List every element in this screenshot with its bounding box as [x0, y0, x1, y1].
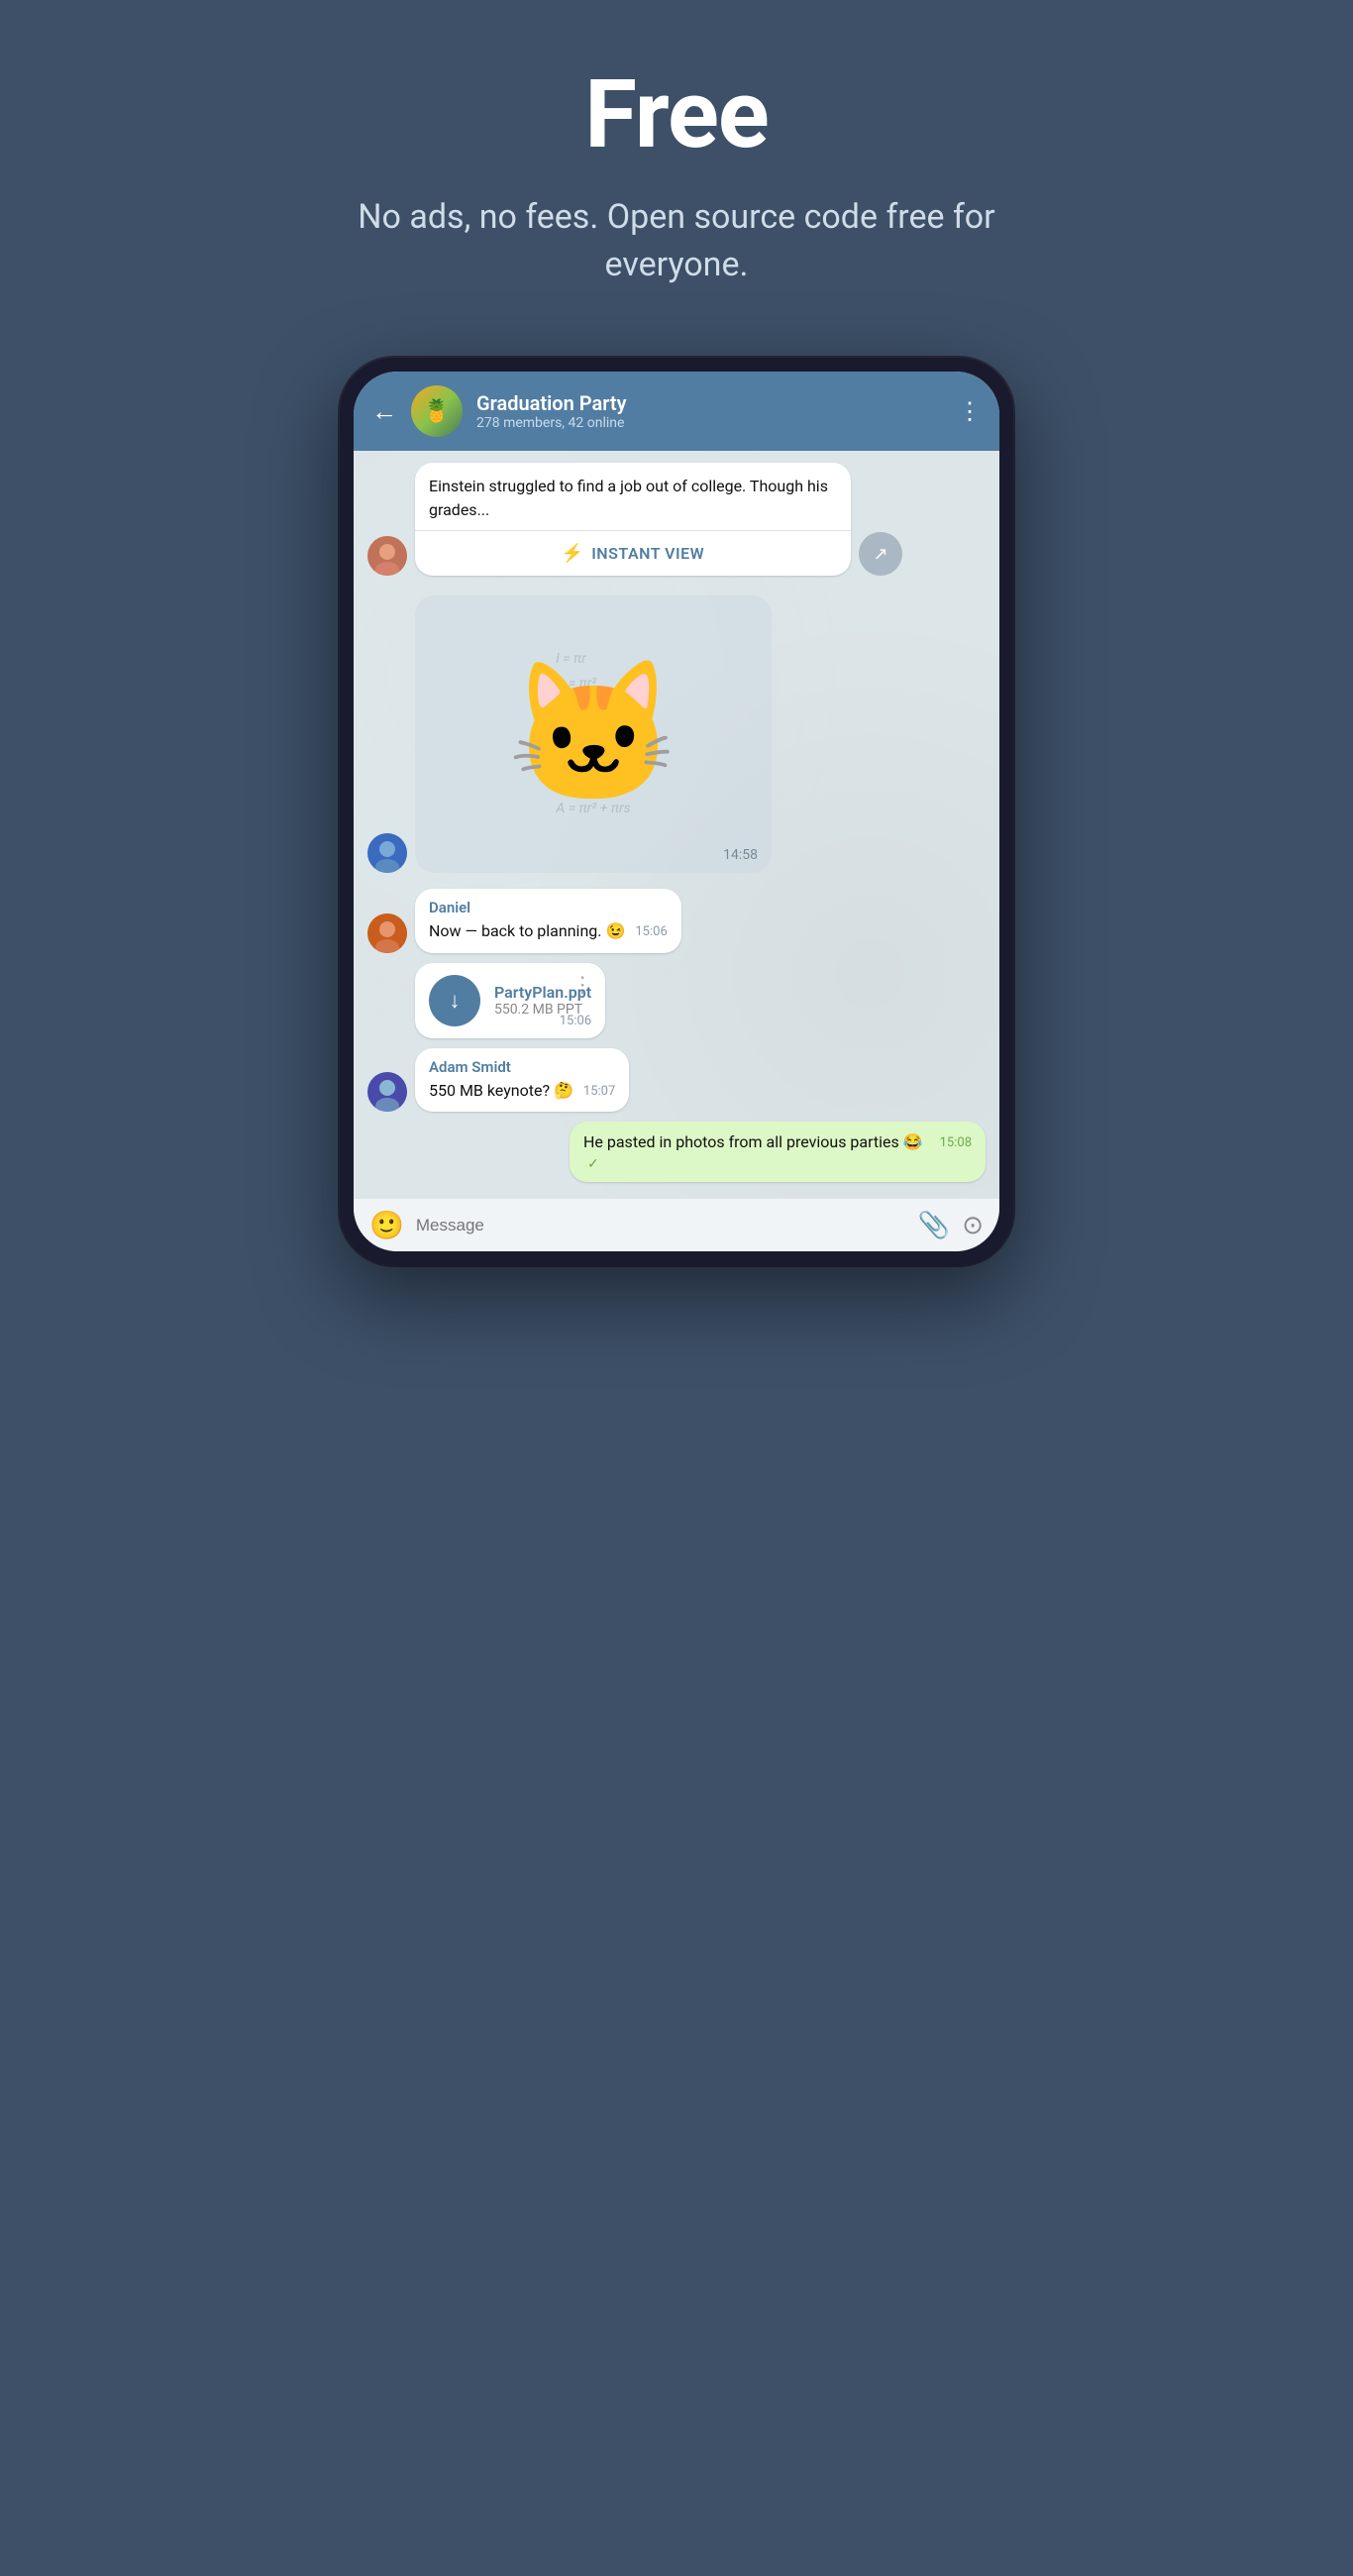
message-text: Now — back to planning. 😉	[429, 921, 625, 940]
group-avatar: 🍍	[411, 385, 463, 437]
message-time: 15:07	[583, 1084, 615, 1099]
group-avatar-inner: 🍍	[411, 385, 463, 437]
back-button[interactable]: ←	[371, 396, 397, 427]
camera-button[interactable]: ⊙	[962, 1211, 984, 1240]
message-time: 15:06	[635, 924, 667, 939]
avatar	[367, 1072, 407, 1112]
group-name: Graduation Party	[476, 391, 944, 415]
file-time: 15:06	[560, 1014, 591, 1028]
article-text: Einstein struggled to find a job out of …	[429, 475, 837, 522]
avatar	[367, 833, 407, 873]
message-text: He pasted in photos from all previous pa…	[583, 1132, 923, 1151]
share-icon: ↗	[873, 544, 887, 565]
file-bubble: ↓ PartyPlan.ppt 550.2 MB PPT ⋮ 15:06	[415, 963, 605, 1038]
attach-button[interactable]: 📎	[918, 1211, 950, 1240]
phone-screen: ← 🍍 Graduation Party 278 members, 42 onl…	[354, 372, 999, 1251]
article-content: Einstein struggled to find a job out of …	[415, 463, 851, 530]
article-bubble: Einstein struggled to find a job out of …	[415, 463, 851, 576]
read-checkmark: ✓	[587, 1156, 599, 1172]
emoji-button[interactable]: 🙂	[369, 1209, 404, 1241]
message-sender: Daniel	[429, 899, 668, 916]
message-text: 550 MB keynote? 🤔	[429, 1081, 573, 1100]
share-button[interactable]: ↗	[859, 532, 902, 576]
sticker-row: l = πr A = πr² V = l³ P = 2πr A = πr² s …	[367, 595, 986, 873]
phone-frame: ← 🍍 Graduation Party 278 members, 42 onl…	[340, 358, 1013, 1265]
message-sender: Adam Smidt	[429, 1058, 615, 1076]
chat-input-bar: 🙂 📎 ⊙	[354, 1198, 999, 1251]
file-menu-button[interactable]: ⋮	[572, 973, 593, 998]
cat-sticker: 🐱	[507, 665, 679, 804]
sticker-container: l = πr A = πr² V = l³ P = 2πr A = πr² s …	[415, 595, 772, 873]
message-row: Daniel Now — back to planning. 😉 15:06	[367, 889, 986, 952]
message-row: Adam Smidt 550 MB keynote? 🤔 15:07	[367, 1048, 986, 1112]
message-row: Einstein struggled to find a job out of …	[367, 463, 986, 576]
hero-subtitle: No ads, no fees. Open source code free f…	[330, 194, 1023, 288]
own-message-row: He pasted in photos from all previous pa…	[367, 1122, 986, 1182]
download-icon: ↓	[450, 988, 461, 1014]
avatar	[367, 536, 407, 576]
header-info: Graduation Party 278 members, 42 online	[476, 391, 944, 431]
chat-header: ← 🍍 Graduation Party 278 members, 42 onl…	[354, 372, 999, 451]
message-time: 15:08	[940, 1135, 972, 1150]
lightning-icon: ⚡	[562, 543, 583, 564]
sticker-time: 14:58	[723, 847, 758, 863]
instant-view-button[interactable]: ⚡ INSTANT VIEW	[415, 530, 851, 576]
group-status: 278 members, 42 online	[476, 415, 944, 431]
own-message-bubble: He pasted in photos from all previous pa…	[570, 1122, 986, 1182]
more-options-button[interactable]: ⋮	[958, 397, 982, 425]
message-input[interactable]	[416, 1216, 906, 1235]
avatar	[367, 913, 407, 953]
hero-title: Free	[584, 59, 768, 170]
text-bubble: Daniel Now — back to planning. 😉 15:06	[415, 889, 681, 952]
download-button[interactable]: ↓	[429, 975, 480, 1026]
chat-body: Einstein struggled to find a job out of …	[354, 451, 999, 1198]
text-bubble: Adam Smidt 550 MB keynote? 🤔 15:07	[415, 1048, 629, 1112]
instant-view-label: INSTANT VIEW	[591, 544, 704, 563]
message-row: ↓ PartyPlan.ppt 550.2 MB PPT ⋮ 15:06	[367, 963, 986, 1038]
